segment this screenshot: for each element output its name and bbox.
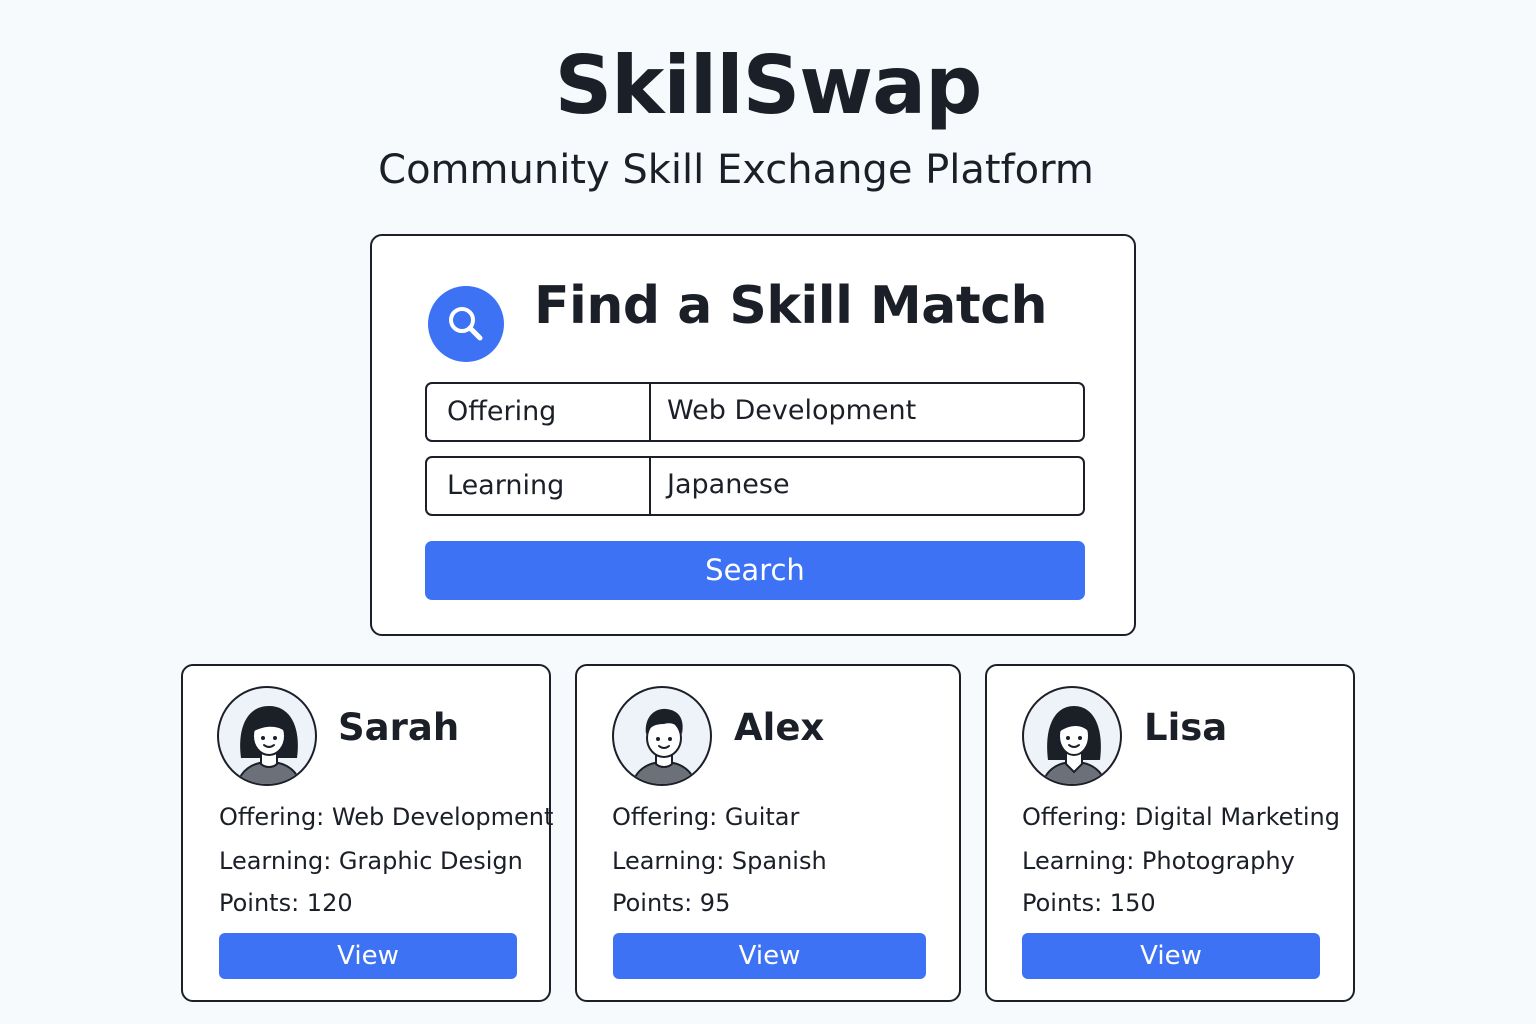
male-avatar-icon <box>612 686 712 786</box>
profile-learning: Learning: Photography <box>1022 847 1295 875</box>
profile-learning: Learning: Spanish <box>612 847 827 875</box>
profile-name: Alex <box>734 706 825 749</box>
profile-card: Lisa Offering: Digital Marketing Learnin… <box>985 664 1355 1002</box>
profile-offering: Offering: Digital Marketing <box>1022 803 1340 831</box>
offering-input[interactable]: Web Development <box>651 384 1083 440</box>
profile-card: Alex Offering: Guitar Learning: Spanish … <box>575 664 961 1002</box>
page: SkillSwap Community Skill Exchange Platf… <box>0 0 1536 1024</box>
learning-field[interactable]: Learning Japanese <box>425 456 1085 516</box>
profile-name: Lisa <box>1144 706 1228 749</box>
profile-points: Points: 150 <box>1022 889 1156 917</box>
search-card: Find a Skill Match Offering Web Developm… <box>370 234 1136 636</box>
view-button[interactable]: View <box>219 933 517 979</box>
female-avatar-icon <box>1022 686 1122 786</box>
offering-label: Offering <box>427 384 651 440</box>
profile-points: Points: 95 <box>612 889 731 917</box>
profile-learning: Learning: Graphic Design <box>219 847 523 875</box>
search-button[interactable]: Search <box>425 541 1085 600</box>
app-subtitle: Community Skill Exchange Platform <box>378 147 1094 193</box>
female-avatar-icon <box>217 686 317 786</box>
profile-name: Sarah <box>338 706 460 749</box>
profile-card: Sarah Offering: Web Development Learning… <box>181 664 554 1002</box>
profile-points: Points: 120 <box>219 889 353 917</box>
learning-label: Learning <box>427 458 651 514</box>
learning-input[interactable]: Japanese <box>651 458 1083 514</box>
app-title: SkillSwap <box>554 39 983 132</box>
view-button[interactable]: View <box>613 933 926 979</box>
search-icon <box>428 286 504 362</box>
offering-field[interactable]: Offering Web Development <box>425 382 1085 442</box>
profile-offering: Offering: Web Development <box>219 803 554 831</box>
search-heading: Find a Skill Match <box>534 276 1048 336</box>
profile-offering: Offering: Guitar <box>612 803 800 831</box>
view-button[interactable]: View <box>1022 933 1320 979</box>
